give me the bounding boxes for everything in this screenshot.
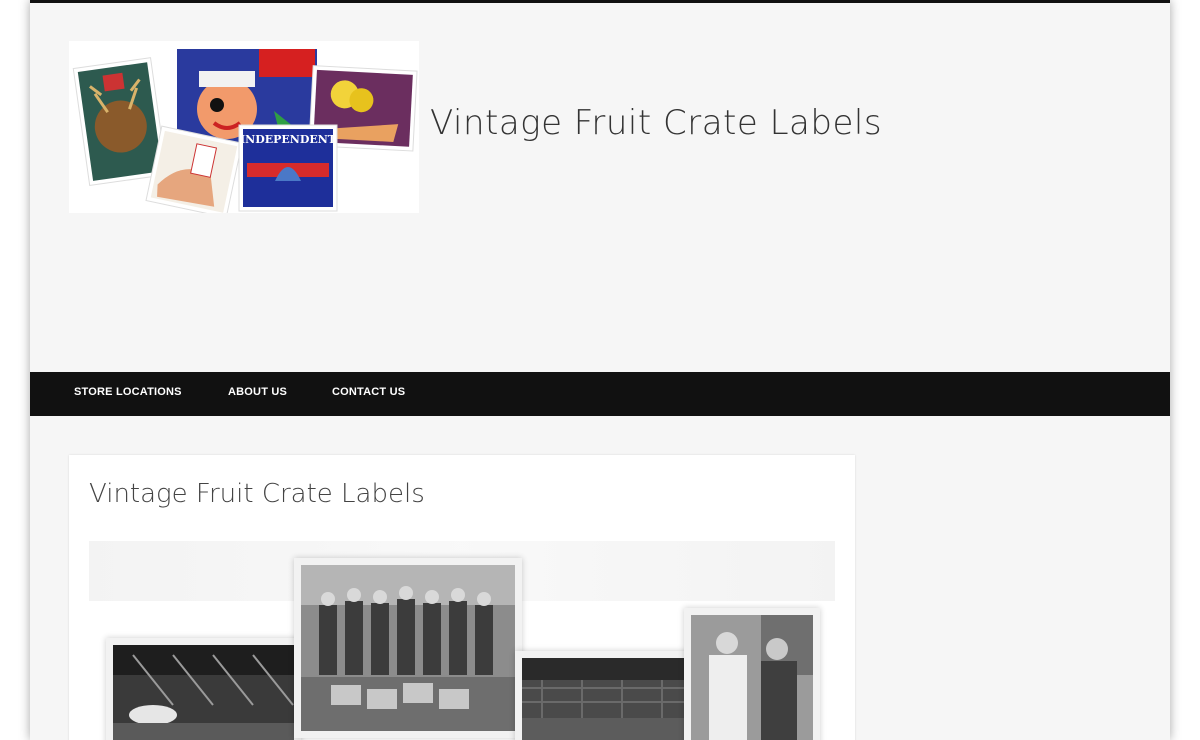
page-container: INDEPENDENT Vintage Fruit Crate Labels S… (30, 0, 1170, 740)
nav-item-about-us[interactable]: ABOUT US (228, 386, 287, 398)
site-logo[interactable]: INDEPENDENT (69, 41, 419, 213)
warehouse-photo (106, 638, 301, 740)
nav-item-store-locations[interactable]: STORE LOCATIONS (74, 386, 182, 398)
site-header: INDEPENDENT Vintage Fruit Crate Labels (30, 3, 1170, 372)
workers-photo (294, 558, 522, 738)
site-title[interactable]: Vintage Fruit Crate Labels (430, 103, 882, 143)
packing-hall-photo (515, 651, 695, 740)
post-title[interactable]: Vintage Fruit Crate Labels (89, 479, 425, 509)
main-nav: STORE LOCATIONS ABOUT US CONTACT US (30, 372, 1170, 416)
post-card: Vintage Fruit Crate Labels (69, 455, 855, 740)
logo-collage: INDEPENDENT (69, 41, 419, 213)
people-photo (684, 608, 820, 740)
svg-text:INDEPENDENT: INDEPENDENT (240, 133, 337, 146)
nav-item-contact-us[interactable]: CONTACT US (332, 386, 405, 398)
